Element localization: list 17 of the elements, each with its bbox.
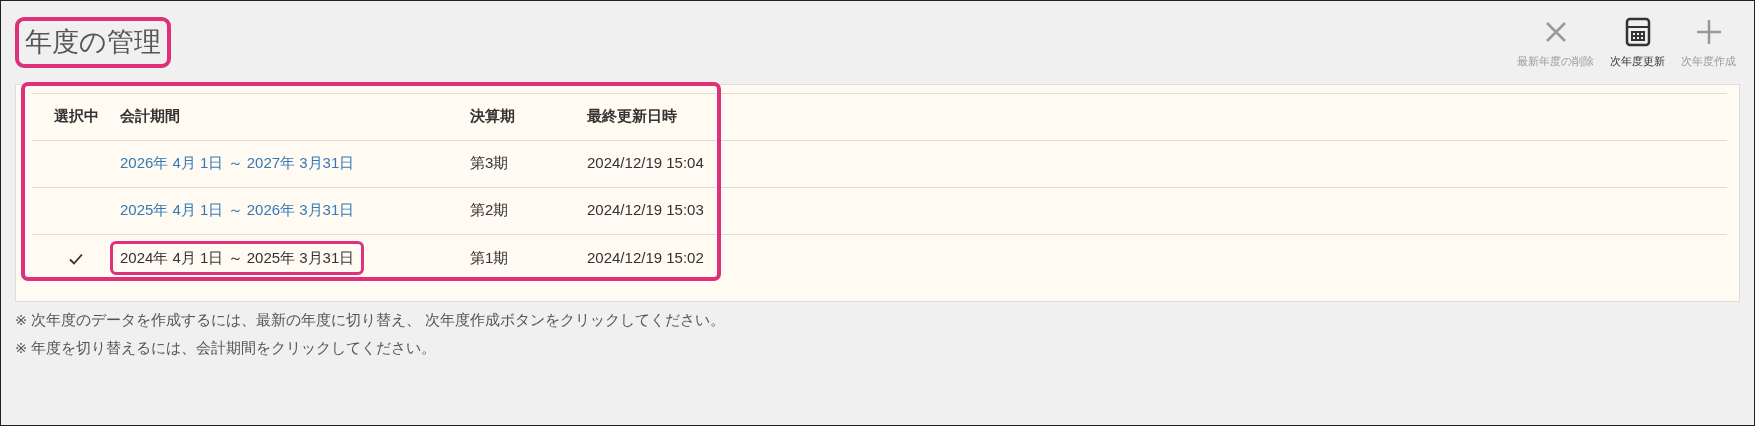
- page-title: 年度の管理: [15, 17, 171, 69]
- period-text: 2024年 4月 1日 ～ 2025年 3月31日: [110, 240, 365, 275]
- table-cell: 第1期: [470, 234, 587, 281]
- toolbar-button[interactable]: 次年度更新: [1606, 17, 1669, 70]
- column-header: 決算期: [470, 93, 587, 140]
- table-cell: 2024/12/19 15:03: [587, 187, 1727, 234]
- period-link[interactable]: 2025年 4月 1日 ～ 2026年 3月31日: [110, 193, 365, 228]
- period-link[interactable]: 2026年 4月 1日 ～ 2027年 3月31日: [110, 146, 365, 181]
- table-cell: 2024/12/19 15:02: [587, 234, 1727, 281]
- note-text: ※ 次年度のデータを作成するには、最新の年度に切り替え、 次年度作成ボタンをクリックしてください。: [15, 311, 727, 330]
- table-cell: 第3期: [470, 140, 587, 187]
- table-cell: 第2期: [470, 187, 587, 234]
- note-text: ※ 年度を切り替えるには、会計期間をクリックしてください。: [15, 338, 438, 358]
- table-cell: 2024/12/19 15:04: [587, 140, 1727, 187]
- column-header: 会計期間: [120, 93, 470, 140]
- column-header: 選択中: [32, 93, 120, 140]
- column-header: 最終更新日時: [587, 93, 1727, 140]
